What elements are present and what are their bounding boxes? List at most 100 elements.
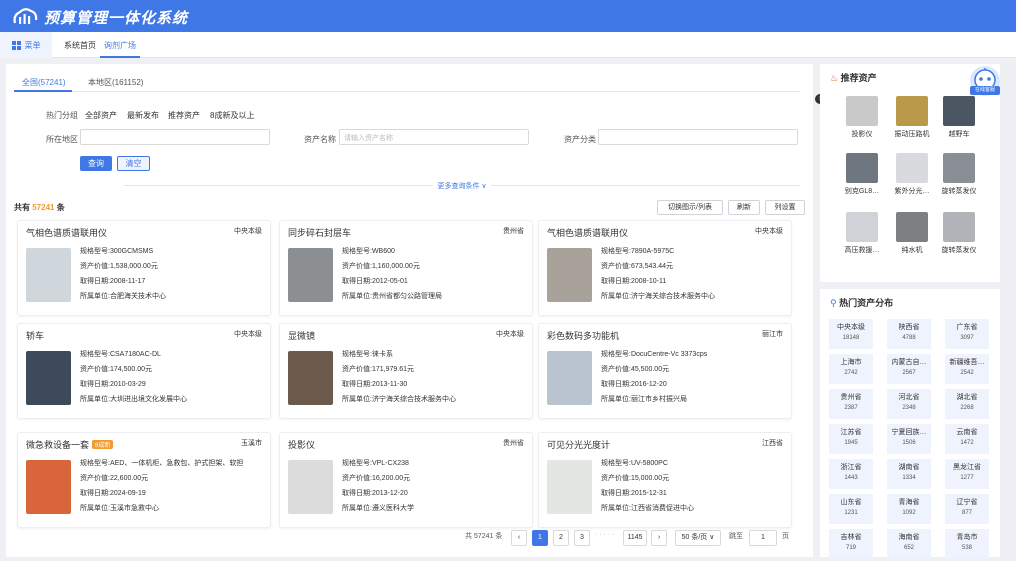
- distribution-item[interactable]: 贵州省 2387: [829, 389, 873, 419]
- distribution-item[interactable]: 河北省 2348: [887, 389, 931, 419]
- pagination-next[interactable]: ›: [651, 530, 667, 546]
- distribution-item[interactable]: 中央本级 18148: [829, 319, 873, 349]
- asset-card-line: 所属单位:济宁海关综合技术服务中心: [342, 396, 456, 403]
- refresh-button[interactable]: 刷新: [728, 200, 760, 215]
- asset-card[interactable]: 投影仪 贵州省 规格型号:VPL-CX238 资产价值:16,200.00元 取得日期:…: [279, 432, 533, 528]
- filter-80-new[interactable]: 8成新及以上: [210, 110, 254, 121]
- distribution-item[interactable]: 山东省 1231: [829, 494, 873, 524]
- app-logo-icon: [13, 8, 38, 24]
- filter-recommended[interactable]: 推荐资产: [168, 110, 200, 121]
- asset-card-region: 中央本级: [755, 228, 783, 235]
- asset-card[interactable]: 气相色谱质谱联用仪 中央本级 规格型号:7890A-5975C 资产价值:673,54…: [538, 220, 792, 316]
- recommend-item[interactable]: 旋转蒸发仪: [937, 153, 981, 196]
- recommend-item-label: 别克GL8…: [844, 188, 880, 195]
- distribution-item[interactable]: 上海市 2742: [829, 354, 873, 384]
- distribution-item[interactable]: 浙江省 1443: [829, 459, 873, 489]
- distribution-count: 719: [845, 545, 856, 551]
- switch-view-button[interactable]: 切换图示/列表: [657, 200, 723, 215]
- asset-card-image: [547, 351, 592, 405]
- asset-card-line: 取得日期:2013-11-30: [342, 381, 408, 388]
- recommend-item-image: [846, 212, 878, 242]
- region-select[interactable]: [80, 129, 270, 145]
- hot-group-label: 热门分组: [46, 111, 78, 120]
- filter-all-assets[interactable]: 全部资产: [85, 110, 117, 121]
- asset-card-line: 所属单位:贵州省都匀公路管理局: [342, 293, 442, 300]
- pagination-last[interactable]: 1145: [623, 530, 647, 546]
- query-button[interactable]: 查询: [80, 156, 112, 171]
- asset-card-line: 所属单位:合肥海关技术中心: [80, 293, 166, 300]
- column-settings-button[interactable]: 列设置: [765, 200, 805, 215]
- asset-card-region: 中央本级: [234, 228, 262, 235]
- recommend-item[interactable]: 越野车: [937, 96, 981, 139]
- asset-card[interactable]: 微急救设备一套 8成新 玉溪市 规格型号:AED、一体机柜、急救包、护式担架、软担 资产…: [17, 432, 271, 528]
- asset-card[interactable]: 彩色数码多功能机 丽江市 规格型号:DocuCentre-Vc 3373cps 资产价…: [538, 323, 792, 419]
- tab-national[interactable]: 全国(57241): [22, 77, 66, 88]
- clear-button[interactable]: 清空: [117, 156, 150, 171]
- pagination-total: 共 57241 条: [465, 533, 503, 540]
- distribution-item[interactable]: 青岛市 538: [945, 529, 989, 559]
- distribution-count: 1443: [844, 475, 858, 481]
- asset-name-input[interactable]: 请输入资产名称: [339, 129, 529, 145]
- distribution-item[interactable]: 宁夏回族… 1506: [887, 424, 931, 454]
- recommend-title-text: 推荐资产: [840, 73, 877, 83]
- asset-card[interactable]: 同步碎石封层车 贵州省 规格型号:WB600 资产价值:1,160,000.00元 取得…: [279, 220, 533, 316]
- distribution-count: 1231: [844, 510, 858, 516]
- distribution-count: 18148: [842, 335, 860, 341]
- distribution-count: 2567: [902, 370, 916, 376]
- more-conditions-toggle[interactable]: 更多查询条件 ∨: [124, 181, 800, 191]
- distribution-item[interactable]: 海南省 652: [887, 529, 931, 559]
- distribution-item[interactable]: 吉林省 719: [829, 529, 873, 559]
- nav-tab-square[interactable]: 询剂广场: [104, 40, 136, 51]
- recommend-item-label: 旋转蒸发仪: [941, 188, 977, 195]
- asset-card-info: 规格型号:7890A-5975C 资产价值:673,543.44元 取得日期:200…: [601, 244, 715, 304]
- recommend-item[interactable]: 投影仪: [840, 96, 884, 139]
- recommend-item[interactable]: 高压救援…: [840, 212, 884, 255]
- pagination-page-1[interactable]: 1: [532, 530, 548, 546]
- asset-card[interactable]: 可见分光光度计 江西省 规格型号:UV-5800PC 资产价值:15,000.00元取…: [538, 432, 792, 528]
- asset-card-line: 资产价值:1,538,000.00元: [80, 263, 158, 270]
- pagination-page-2[interactable]: 2: [553, 530, 569, 546]
- pagination-prev[interactable]: ‹: [511, 530, 527, 546]
- distribution-item[interactable]: 湖北省 2268: [945, 389, 989, 419]
- distribution-region: 河北省: [898, 394, 920, 401]
- distribution-region: 黑龙江省: [953, 464, 981, 471]
- distribution-item[interactable]: 湖南省 1334: [887, 459, 931, 489]
- distribution-count: 1092: [902, 510, 916, 516]
- distribution-item[interactable]: 新疆维吾… 2542: [945, 354, 989, 384]
- distribution-item[interactable]: 辽宁省 877: [945, 494, 989, 524]
- recommend-item-label: 纯水机: [901, 247, 923, 254]
- recommend-item[interactable]: 振动压路机: [890, 96, 934, 139]
- distribution-item[interactable]: 内蒙古自… 2567: [887, 354, 931, 384]
- nav-tab-home[interactable]: 系统首页: [64, 40, 96, 51]
- distribution-region: 青岛市: [956, 534, 978, 541]
- asset-card[interactable]: 轿车 中央本级 规格型号:CSA7180AC-DL 资产价值:174,500.00元取…: [17, 323, 271, 419]
- recommend-item[interactable]: 旋转蒸发仪: [937, 212, 981, 255]
- distribution-item[interactable]: 云南省 1472: [945, 424, 989, 454]
- recommend-item[interactable]: 别克GL8…: [840, 153, 884, 196]
- menu-button[interactable]: 菜单: [0, 32, 52, 58]
- asset-card-title: 投影仪: [288, 438, 315, 451]
- distribution-region: 广东省: [956, 324, 978, 331]
- filter-latest[interactable]: 最新发布: [127, 110, 159, 121]
- distribution-item[interactable]: 青海省 1092: [887, 494, 931, 524]
- asset-card-line: 所属单位:江西省消费促进中心: [601, 505, 694, 512]
- asset-card[interactable]: 显微镜 中央本级 规格型号:徕卡系 资产价值:171,979.61元 取得日期:2013…: [279, 323, 533, 419]
- distribution-count: 2348: [902, 405, 916, 411]
- category-select[interactable]: [598, 129, 798, 145]
- asset-card-line: 规格型号:CSA7180AC-DL: [80, 351, 161, 358]
- per-page-select[interactable]: 50 条/页 ∨: [675, 530, 721, 546]
- distribution-item[interactable]: 黑龙江省 1277: [945, 459, 989, 489]
- recommend-item[interactable]: 纯水机: [890, 212, 934, 255]
- distribution-item[interactable]: 陕西省 4788: [887, 319, 931, 349]
- pagination-page-3[interactable]: 3: [574, 530, 590, 546]
- distribution-region: 湖北省: [956, 394, 978, 401]
- distribution-region: 海南省: [898, 534, 920, 541]
- distribution-item[interactable]: 广东省 3097: [945, 319, 989, 349]
- goto-input[interactable]: 1: [749, 530, 777, 546]
- asset-card-info: 规格型号:CSA7180AC-DL 资产价值:174,500.00元 取得日期:20…: [80, 347, 187, 407]
- asset-card[interactable]: 气相色谱质谱联用仪 中央本级 规格型号:300GCMSMS 资产价值:1,538,00…: [17, 220, 271, 316]
- distribution-item[interactable]: 江苏省 1945: [829, 424, 873, 454]
- asset-card-line: 资产价值:16,200.00元: [342, 475, 411, 482]
- recommend-item[interactable]: 紫外分光…: [890, 153, 934, 196]
- tab-local[interactable]: 本地区(161152): [88, 77, 143, 88]
